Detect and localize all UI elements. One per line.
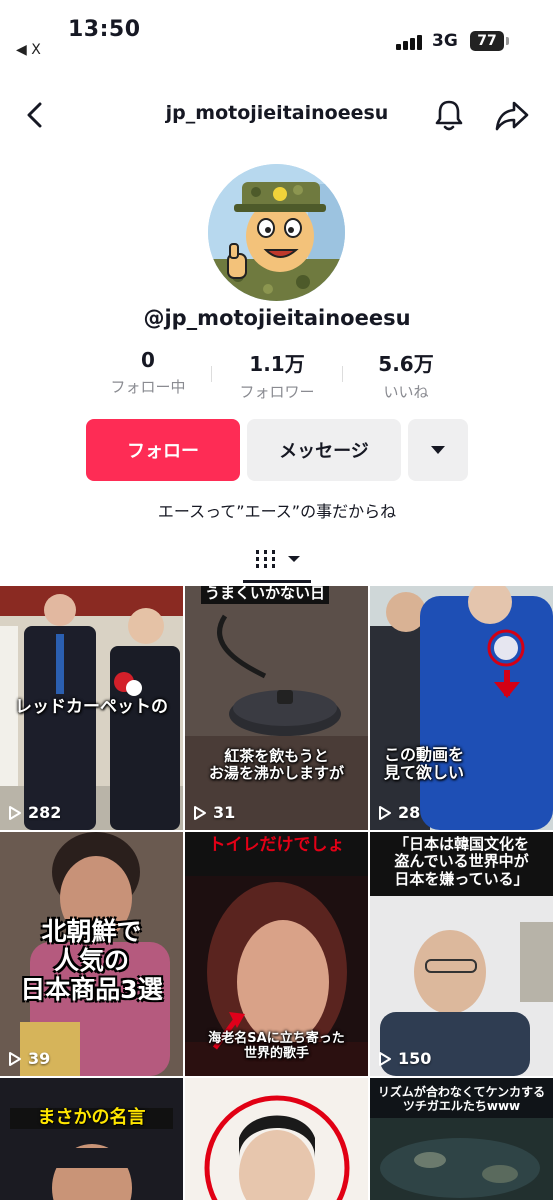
network-type: 3G xyxy=(432,31,458,51)
view-count-value: 28 xyxy=(398,803,421,822)
grid-filter-icon xyxy=(256,550,300,568)
avatar-illustration xyxy=(208,164,345,301)
header-title: jp_motojieitainoeesu xyxy=(165,102,389,124)
video-tile[interactable]: トイレだけでしょ 海老名SAに立ち寄った 世界的歌手 xyxy=(185,832,368,1076)
video-caption: レッドカーペットの xyxy=(15,697,168,717)
view-count: 39 xyxy=(8,1049,50,1068)
battery-icon: 77 xyxy=(470,31,504,51)
video-caption-top: まさかの名言 xyxy=(10,1107,173,1129)
play-icon xyxy=(9,1051,21,1066)
video-thumbnail xyxy=(370,586,553,830)
video-caption-top: 「日本は韓国文化を 盗んでいる世界中が 日本を嫌っている」 xyxy=(372,835,551,888)
stat-value: 0 xyxy=(141,348,155,372)
view-count-value: 282 xyxy=(28,803,62,822)
video-thumbnail xyxy=(185,586,368,830)
video-caption: 海老名SAに立ち寄った 世界的歌手 xyxy=(208,1031,345,1061)
tab-videos[interactable] xyxy=(243,546,311,576)
video-thumbnail xyxy=(0,1078,183,1200)
bell-icon xyxy=(435,100,463,131)
notification-button[interactable] xyxy=(430,96,468,134)
follow-button[interactable]: フォロー xyxy=(86,419,240,481)
video-tile[interactable]: レッドカーペットの 282 xyxy=(0,586,183,830)
video-caption-top: リズムが合わなくてケンカする ツチガエルたちwww xyxy=(377,1085,546,1113)
play-icon xyxy=(9,805,21,820)
stat-value: 1.1万 xyxy=(249,352,305,376)
status-bar: 13:50 ◀ X 3G 77 xyxy=(0,0,554,70)
profile-header: jp_motojieitainoeesu xyxy=(0,90,554,140)
share-button[interactable] xyxy=(492,96,532,134)
play-icon xyxy=(194,805,206,820)
video-tile[interactable]: この動画を 見て欲しい 28 xyxy=(370,586,553,830)
share-arrow-icon xyxy=(495,101,529,131)
video-caption: 紅茶を飲もうと お湯を沸かしますが xyxy=(208,747,344,783)
battery-tip xyxy=(506,37,509,45)
profile-bio: エースって”エース”の事だからね xyxy=(157,502,397,521)
video-tile[interactable]: うまくいかない日 紅茶を飲もうと お湯を沸かしますが 31 xyxy=(185,586,368,830)
play-icon xyxy=(379,1051,391,1066)
view-count: 28 xyxy=(378,803,420,822)
profile-handle: @jp_motojieitainoeesu xyxy=(143,306,411,330)
stat-value: 5.6万 xyxy=(378,352,434,376)
view-count-value: 150 xyxy=(398,1049,432,1068)
profile-stats: 0 フォロー中 1.1万 フォロワー 5.6万 いいね xyxy=(0,348,554,408)
status-back-link[interactable]: ◀ X xyxy=(16,42,41,58)
video-tile[interactable]: 北朝鮮で 人気の 日本商品3選 39 xyxy=(0,832,183,1076)
video-thumbnail xyxy=(185,1078,368,1200)
status-time: 13:50 xyxy=(68,17,141,42)
stat-divider xyxy=(342,366,343,382)
avatar[interactable] xyxy=(208,164,345,301)
signal-icon xyxy=(396,34,426,50)
video-caption-top: トイレだけでしょ xyxy=(189,835,364,856)
video-caption: 北朝鮮で 人気の 日本商品3選 xyxy=(20,917,163,1004)
content-tabs xyxy=(0,540,554,584)
more-options-button[interactable] xyxy=(408,419,468,481)
stat-likes[interactable]: 5.6万 いいね xyxy=(346,348,466,402)
view-count-value: 39 xyxy=(28,1049,51,1068)
video-tile[interactable]: まさかの名言 xyxy=(0,1078,183,1200)
caret-down-icon xyxy=(431,446,445,454)
view-count: 150 xyxy=(378,1049,431,1068)
view-count-value: 31 xyxy=(213,803,236,822)
stat-followers[interactable]: 1.1万 フォロワー xyxy=(217,348,337,402)
view-count: 282 xyxy=(8,803,61,822)
stat-label: フォロー中 xyxy=(110,378,186,396)
video-caption-top: うまくいかない日 xyxy=(201,586,330,605)
stat-divider xyxy=(211,366,212,382)
stat-label: フォロワー xyxy=(239,383,315,401)
video-tile[interactable] xyxy=(185,1078,368,1200)
video-caption: この動画を 見て欲しい xyxy=(384,745,465,783)
view-count: 31 xyxy=(193,803,235,822)
play-icon xyxy=(379,805,391,820)
video-tile[interactable]: 「日本は韓国文化を 盗んでいる世界中が 日本を嫌っている」 150 xyxy=(370,832,553,1076)
tab-underline xyxy=(243,580,311,583)
stat-label: いいね xyxy=(383,383,429,401)
message-button[interactable]: メッセージ xyxy=(247,419,401,481)
stat-following[interactable]: 0 フォロー中 xyxy=(88,348,208,397)
video-tile[interactable]: リズムが合わなくてケンカする ツチガエルたちwww xyxy=(370,1078,553,1200)
